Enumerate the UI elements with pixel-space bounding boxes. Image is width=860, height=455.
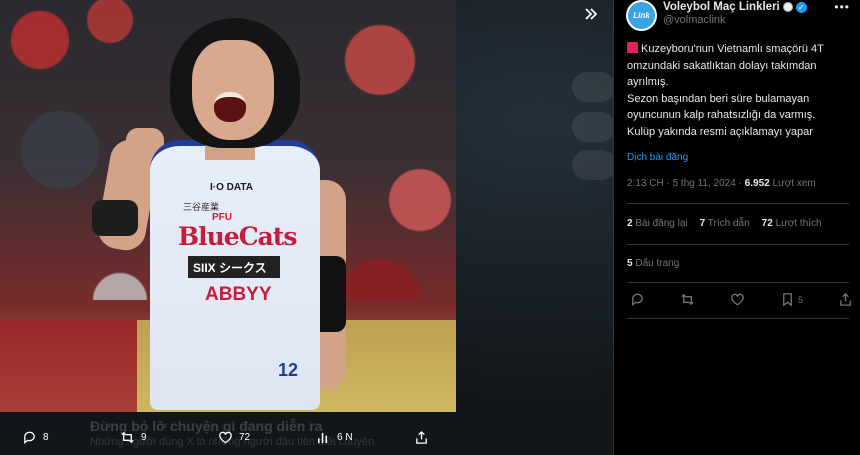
like-button[interactable] — [730, 292, 745, 307]
repost-icon — [121, 431, 134, 444]
divider — [627, 282, 849, 283]
bookmark-button[interactable]: 5 — [780, 292, 803, 307]
avatar[interactable]: Link — [626, 0, 657, 31]
repost-button[interactable] — [680, 292, 695, 307]
tweet-text-paragraph-1: Kuzeyboru'nun Vietnamlı smaçörü 4T omzun… — [627, 41, 855, 91]
bookmarks-stat[interactable]: 5 Dấu trang — [627, 258, 679, 269]
tweet-line-3: Kulüp yakında resmi açıklamayı yapar — [627, 125, 813, 138]
author-display-name: Voleybol Maç Linkleri — [663, 1, 780, 13]
divider — [627, 203, 849, 204]
bookmark-icon — [783, 293, 792, 307]
like-count: 72 — [239, 432, 251, 443]
player-mouth — [214, 92, 246, 122]
divider — [627, 244, 849, 245]
repost-count: 9 — [141, 432, 147, 443]
translate-post-link[interactable]: Dịch bài đăng — [627, 152, 688, 163]
avatar-logo: Link — [628, 2, 655, 29]
tweet-author[interactable]: Link Voleybol Maç Linkleri ✓ @volmaclink — [626, 0, 807, 31]
views-label: Lượt xem — [769, 178, 816, 189]
jersey-team-logo: BlueCats — [178, 222, 297, 251]
media-action-bar: 8 9 72 6 N — [0, 420, 613, 455]
tweet-detail-panel: Link Voleybol Maç Linkleri ✓ @volmaclink… — [613, 0, 860, 455]
more-options-button[interactable]: ••• — [834, 0, 850, 14]
reply-count: 8 — [43, 432, 49, 443]
like-button[interactable]: 72 — [218, 430, 316, 445]
background-ghost-button — [572, 112, 613, 142]
engagement-stats: 2 Bài đăng lại 7 Trích dẫn 72 Lượt thích — [627, 218, 822, 229]
views-count: 6.952 — [744, 178, 770, 189]
tweet-action-bar: 5 — [627, 292, 857, 307]
tweet-meta: 2:13 CH · 5 thg 11, 2024 · 6.952 Lượt xe… — [627, 178, 816, 189]
tweet-text: Kuzeyboru'nun Vietnamlı smaçörü 4T omzun… — [627, 41, 855, 140]
jersey-sponsor: SIIX シークス — [188, 256, 280, 278]
repost-button[interactable]: 9 — [120, 430, 218, 445]
player-face — [192, 40, 274, 140]
tweet-line-2: Sezon başından beri süre bulamayan oyunc… — [627, 92, 816, 122]
jersey-sponsor: I·O DATA — [210, 182, 253, 193]
background-ghost-button — [572, 150, 613, 180]
tweet-timestamp[interactable]: 2:13 CH · 5 thg 11, 2024 · — [627, 178, 745, 189]
author-handle[interactable]: @volmaclink — [663, 14, 807, 26]
tweet-photo[interactable]: I·O DATA 三谷産業 PFU BlueCats SIIX シークス ABB… — [0, 0, 456, 412]
reply-button[interactable]: 8 — [22, 430, 120, 445]
reply-button[interactable] — [630, 292, 645, 307]
heart-icon — [731, 293, 744, 306]
views-chart-icon — [318, 432, 328, 444]
share-button[interactable] — [838, 292, 853, 307]
author-names: Voleybol Maç Linkleri ✓ @volmaclink — [663, 0, 807, 31]
share-icon — [840, 292, 851, 306]
likes-stat[interactable]: 72 Lượt thích — [762, 218, 822, 229]
jersey-number: 12 — [278, 360, 299, 380]
jersey-sponsor: ABBYY — [205, 284, 272, 305]
divider — [627, 318, 849, 319]
background-ghost-button — [572, 72, 613, 102]
views-button[interactable]: 6 N — [316, 430, 414, 445]
repost-icon — [681, 293, 694, 306]
quotes-stat[interactable]: 7 Trích dẫn — [700, 218, 750, 229]
reposts-stat[interactable]: 2 Bài đăng lại — [627, 218, 688, 229]
share-button[interactable] — [414, 430, 512, 445]
author-display-name-row[interactable]: Voleybol Maç Linkleri ✓ — [663, 1, 807, 13]
tweet-line-1: Kuzeyboru'nun Vietnamlı smaçörü 4T omzun… — [627, 43, 824, 88]
bookmark-count: 5 — [797, 294, 803, 305]
siren-emoji-icon — [627, 42, 638, 53]
heart-icon — [219, 431, 232, 444]
views-count: 6 N — [337, 432, 353, 443]
double-chevron-right-icon — [585, 8, 598, 20]
media-viewer: Đừng bỏ lỡ chuyện gì đang diễn ra Những … — [0, 0, 613, 455]
ellipsis-icon: ••• — [834, 0, 850, 14]
reply-icon — [24, 431, 35, 445]
reply-icon — [632, 293, 643, 307]
elbow-pad — [92, 200, 138, 236]
volleyball-icon — [782, 2, 793, 12]
collapse-panel-button[interactable] — [575, 0, 607, 28]
verified-badge-icon: ✓ — [795, 1, 807, 13]
share-icon — [416, 430, 427, 444]
